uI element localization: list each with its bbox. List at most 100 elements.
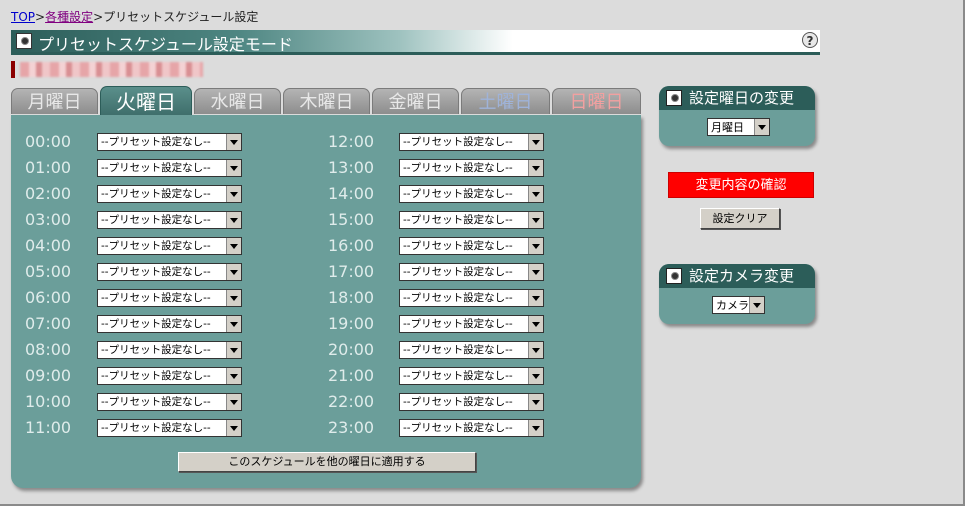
tab-saturday[interactable]: 土曜日 <box>461 88 550 114</box>
chevron-down-icon <box>226 212 241 228</box>
preset-select-value: --プリセット設定なし-- <box>101 188 211 200</box>
preset-select[interactable]: --プリセット設定なし-- <box>399 341 544 359</box>
chevron-down-icon <box>528 134 543 150</box>
preset-select[interactable]: --プリセット設定なし-- <box>399 263 544 281</box>
slot-time-label: 12:00 <box>328 132 375 151</box>
preset-select-value: --プリセット設定なし-- <box>101 396 211 408</box>
preset-select[interactable]: --プリセット設定なし-- <box>399 159 544 177</box>
slot-time-label: 19:00 <box>328 314 375 333</box>
slot-time-label: 18:00 <box>328 288 375 307</box>
title-bar: プリセットスケジュール設定モード ? <box>11 30 820 55</box>
day-tabs: 月曜日 火曜日 水曜日 木曜日 金曜日 土曜日 日曜日 <box>11 86 641 117</box>
preset-select[interactable]: --プリセット設定なし-- <box>399 133 544 151</box>
tab-monday[interactable]: 月曜日 <box>11 88 98 114</box>
camera-change-header: 設定カメラ変更 <box>659 264 815 288</box>
slot-time-label: 07:00 <box>25 314 72 333</box>
chevron-down-icon <box>226 160 241 176</box>
chevron-down-icon <box>226 134 241 150</box>
day-select[interactable]: 月曜日 <box>707 118 770 136</box>
chevron-down-icon <box>226 368 241 384</box>
tab-wednesday[interactable]: 水曜日 <box>194 88 281 114</box>
slot-time-label: 16:00 <box>328 236 375 255</box>
preset-select[interactable]: --プリセット設定なし-- <box>399 289 544 307</box>
schedule-slot: 09:00 --プリセット設定なし-- <box>25 367 243 385</box>
preset-select[interactable]: --プリセット設定なし-- <box>97 211 242 229</box>
preset-select[interactable]: --プリセット設定なし-- <box>399 367 544 385</box>
preset-select-value: --プリセット設定なし-- <box>101 240 211 252</box>
tab-friday[interactable]: 金曜日 <box>372 88 459 114</box>
preset-select-value: --プリセット設定なし-- <box>403 266 513 278</box>
chevron-down-icon <box>226 238 241 254</box>
schedule-slot: 20:00 --プリセット設定なし-- <box>328 341 545 359</box>
breadcrumb-top-link[interactable]: TOP <box>11 10 35 24</box>
tab-tuesday[interactable]: 火曜日 <box>100 86 192 117</box>
camera-change-title: 設定カメラ変更 <box>689 267 795 285</box>
preset-select-value: --プリセット設定なし-- <box>403 188 513 200</box>
preset-select[interactable]: --プリセット設定なし-- <box>399 211 544 229</box>
camera-select[interactable]: カメラ <box>712 296 765 314</box>
preset-select-value: --プリセット設定なし-- <box>403 318 513 330</box>
confirm-changes-button[interactable]: 変更内容の確認 <box>668 172 814 198</box>
camera-select-value: カメラ <box>716 299 749 312</box>
breadcrumb-settings-link[interactable]: 各種設定 <box>45 10 93 24</box>
slot-time-label: 09:00 <box>25 366 72 385</box>
slot-time-label: 23:00 <box>328 418 375 437</box>
slot-time-label: 02:00 <box>25 184 72 203</box>
slot-time-label: 22:00 <box>328 392 375 411</box>
tab-thursday[interactable]: 木曜日 <box>283 88 370 114</box>
preset-select[interactable]: --プリセット設定なし-- <box>97 263 242 281</box>
schedule-slot: 05:00 --プリセット設定なし-- <box>25 263 243 281</box>
preset-select-value: --プリセット設定なし-- <box>403 136 513 148</box>
schedule-slot: 18:00 --プリセット設定なし-- <box>328 289 545 307</box>
preset-select[interactable]: --プリセット設定なし-- <box>97 393 242 411</box>
slot-time-label: 06:00 <box>25 288 72 307</box>
schedule-slot: 10:00 --プリセット設定なし-- <box>25 393 243 411</box>
preset-select[interactable]: --プリセット設定なし-- <box>97 341 242 359</box>
schedule-slot: 08:00 --プリセット設定なし-- <box>25 341 243 359</box>
preset-select-value: --プリセット設定なし-- <box>101 136 211 148</box>
apply-to-other-days-button[interactable]: このスケジュールを他の曜日に適用する <box>178 452 476 472</box>
schedule-slot: 23:00 --プリセット設定なし-- <box>328 419 545 437</box>
preset-select[interactable]: --プリセット設定なし-- <box>97 133 242 151</box>
preset-select[interactable]: --プリセット設定なし-- <box>97 159 242 177</box>
schedule-slot: 02:00 --プリセット設定なし-- <box>25 185 243 203</box>
schedule-slot: 13:00 --プリセット設定なし-- <box>328 159 545 177</box>
preset-select[interactable]: --プリセット設定なし-- <box>399 315 544 333</box>
preset-select-value: --プリセット設定なし-- <box>403 162 513 174</box>
tab-sunday[interactable]: 日曜日 <box>552 88 641 114</box>
schedule-slot: 17:00 --プリセット設定なし-- <box>328 263 545 281</box>
preset-select[interactable]: --プリセット設定なし-- <box>399 419 544 437</box>
chevron-down-icon <box>226 316 241 332</box>
preset-select[interactable]: --プリセット設定なし-- <box>97 367 242 385</box>
preset-select[interactable]: --プリセット設定なし-- <box>399 237 544 255</box>
preset-select-value: --プリセット設定なし-- <box>403 370 513 382</box>
chevron-down-icon <box>528 160 543 176</box>
camera-icon <box>16 33 32 49</box>
preset-select[interactable]: --プリセット設定なし-- <box>399 185 544 203</box>
preset-select[interactable]: --プリセット設定なし-- <box>97 419 242 437</box>
slot-time-label: 20:00 <box>328 340 375 359</box>
page-title: プリセットスケジュール設定モード <box>38 35 293 54</box>
preset-select-value: --プリセット設定なし-- <box>101 318 211 330</box>
preset-select[interactable]: --プリセット設定なし-- <box>399 393 544 411</box>
preset-select-value: --プリセット設定なし-- <box>403 214 513 226</box>
camera-icon <box>666 268 682 284</box>
schedule-slot: 15:00 --プリセット設定なし-- <box>328 211 545 229</box>
preset-select-value: --プリセット設定なし-- <box>403 396 513 408</box>
help-icon[interactable]: ? <box>802 32 818 48</box>
preset-select[interactable]: --プリセット設定なし-- <box>97 185 242 203</box>
day-select-value: 月曜日 <box>711 121 744 134</box>
slot-time-label: 00:00 <box>25 132 72 151</box>
chevron-down-icon <box>528 264 543 280</box>
preset-select[interactable]: --プリセット設定なし-- <box>97 315 242 333</box>
day-change-box: 設定曜日の変更 月曜日 <box>659 86 815 146</box>
clear-settings-button[interactable]: 設定クリア <box>700 208 780 229</box>
preset-select[interactable]: --プリセット設定なし-- <box>97 237 242 255</box>
day-change-title: 設定曜日の変更 <box>689 89 795 107</box>
slot-time-label: 05:00 <box>25 262 72 281</box>
preset-select[interactable]: --プリセット設定なし-- <box>97 289 242 307</box>
breadcrumb-current: プリセットスケジュール設定 <box>103 10 259 24</box>
slot-time-label: 08:00 <box>25 340 72 359</box>
schedule-slot: 03:00 --プリセット設定なし-- <box>25 211 243 229</box>
slot-time-label: 14:00 <box>328 184 375 203</box>
